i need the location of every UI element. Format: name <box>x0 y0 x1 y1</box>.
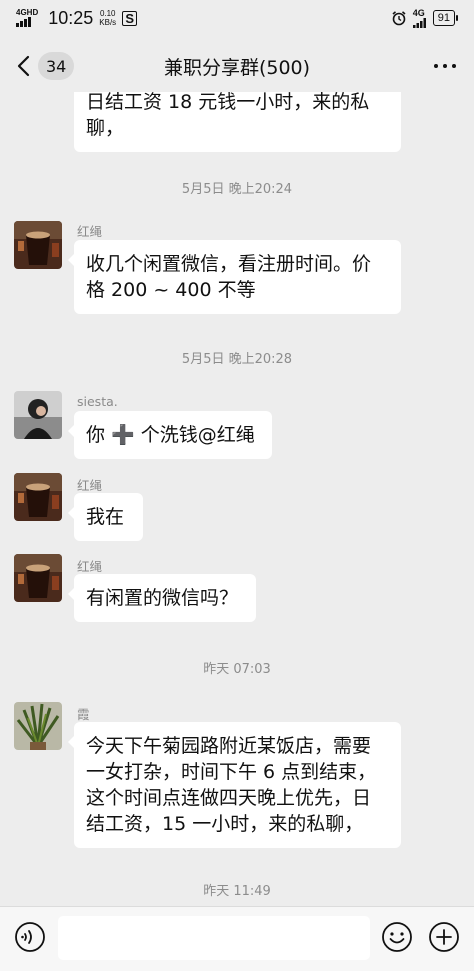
mobile-data-icon: 4G <box>412 7 427 28</box>
sender-name: 红绳 <box>77 559 103 574</box>
app-notification-icon: S <box>122 10 138 26</box>
emoji-icon[interactable] <box>381 921 413 953</box>
avatar-plant[interactable] <box>14 702 62 750</box>
signal-bars-icon <box>412 17 426 28</box>
net-label: 4G <box>412 7 425 18</box>
timestamp: 昨天 07:03 <box>203 662 271 677</box>
status-left: 4GHD 10:25 0.10 KB/s S <box>16 7 138 29</box>
network-speed: 0.10 KB/s <box>99 9 116 27</box>
message-bubble[interactable]: 你 ➕ 个洗钱@红绳 <box>68 411 272 459</box>
avatar-coffee[interactable] <box>14 554 62 602</box>
message-list[interactable]: 日结工资 18 元钱一小时，来的私 聊， 5月5日 晚上20:24 红绳 收几个… <box>0 92 474 904</box>
sender-name: siesta. <box>77 394 118 409</box>
status-time: 10:25 <box>48 7 94 28</box>
plus-icon[interactable] <box>428 921 460 953</box>
network-tag: 4GHD <box>16 8 39 17</box>
chat-title: 兼职分享群(500) <box>163 57 311 79</box>
status-bar: 4GHD 10:25 0.10 KB/s S 4G 91 <box>0 0 474 36</box>
timestamp: 昨天 11:49 <box>203 884 271 899</box>
sender-name: 红绳 <box>77 478 103 493</box>
battery-icon: 91 <box>432 10 458 26</box>
speed-unit: KB/s <box>99 18 117 27</box>
cell-signal-icon: 4GHD <box>16 9 38 27</box>
sender-name: 红绳 <box>77 224 103 239</box>
message-bubble[interactable]: 有闲置的微信吗？ <box>68 574 256 622</box>
battery-level: 91 <box>432 10 455 26</box>
message-bubble[interactable]: 日结工资 18 元钱一小时，来的私 聊， <box>74 92 401 152</box>
input-bar <box>0 906 474 971</box>
alarm-icon <box>392 11 406 26</box>
speed-value: 0.10 <box>99 9 116 18</box>
avatar-coffee[interactable] <box>14 473 62 521</box>
status-right: 4G 91 <box>391 7 458 28</box>
timestamp: 5月5日 晚上20:28 <box>181 352 293 367</box>
message-bubble[interactable]: 收几个闲置微信，看注册时间。价 格 200 ~ 400 不等 <box>68 240 401 314</box>
message-bubble[interactable]: 我在 <box>68 493 143 541</box>
avatar-portrait[interactable] <box>14 391 62 439</box>
sender-name: 霞 <box>77 707 90 722</box>
chat-header: 34 兼职分享群(500) <box>0 40 474 92</box>
avatar-coffee[interactable] <box>14 221 62 269</box>
voice-icon[interactable] <box>14 921 46 953</box>
message-bubble[interactable]: 今天下午菊园路附近某饭店，需要 一女打杂，时间下午 6 点到结束， 这个时间点连… <box>68 722 401 848</box>
timestamp: 5月5日 晚上20:24 <box>181 182 293 197</box>
message-input[interactable] <box>58 916 370 960</box>
more-dots-icon[interactable] <box>434 64 456 68</box>
